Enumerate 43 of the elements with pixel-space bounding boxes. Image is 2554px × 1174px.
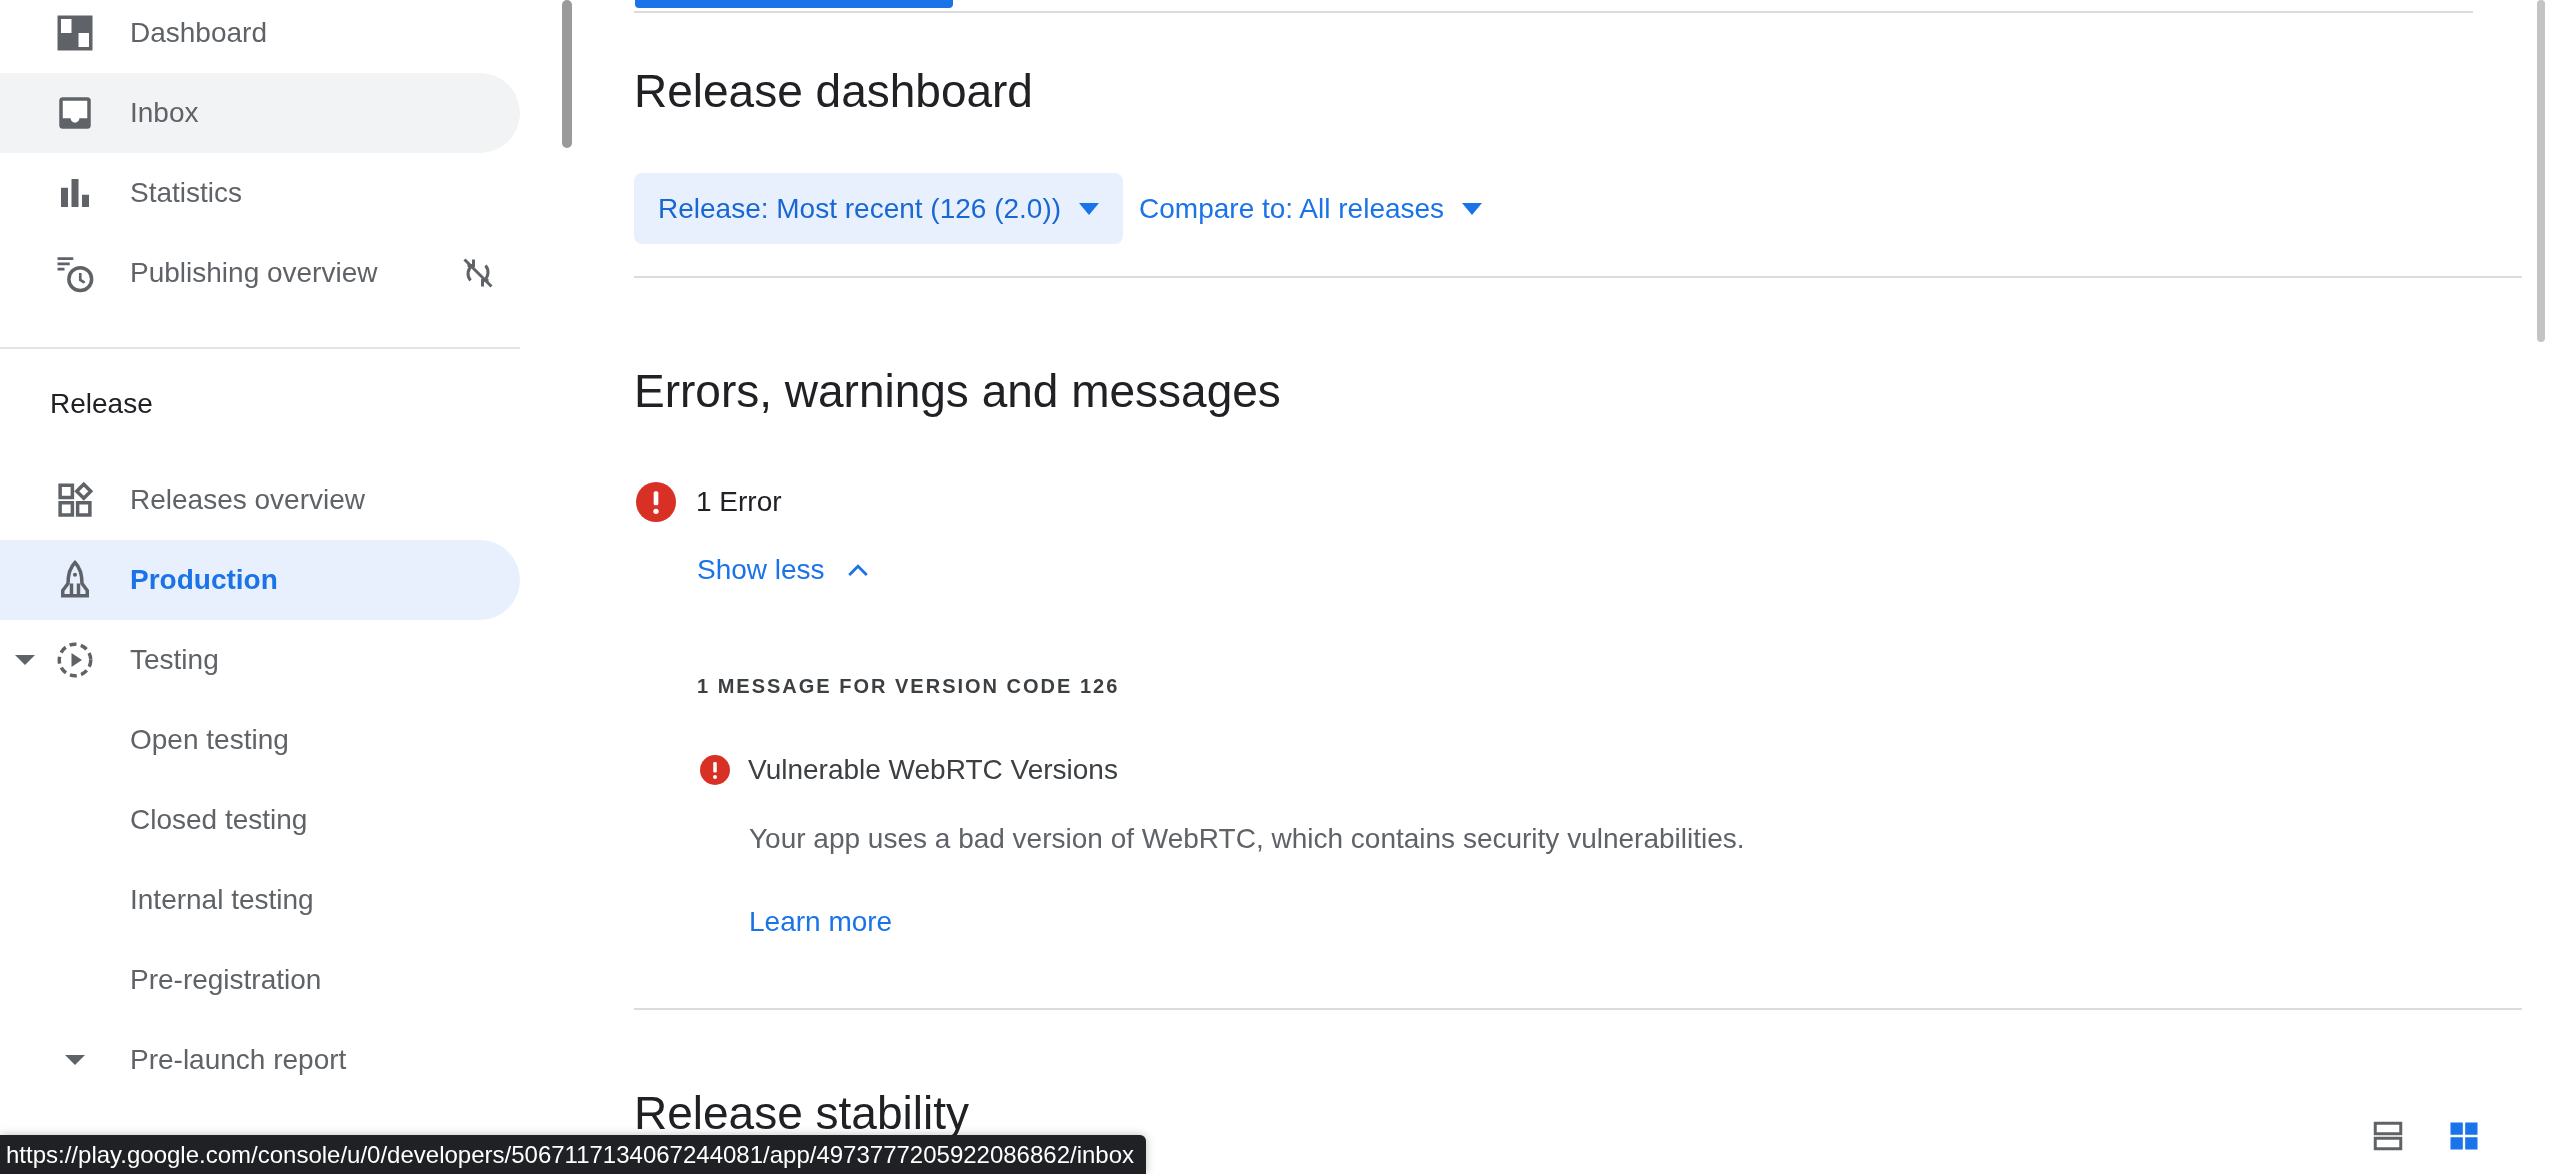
message-heading: 1 MESSAGE FOR VERSION CODE 126	[697, 674, 1121, 699]
sidebar-item-label: Production	[130, 564, 278, 596]
sidebar-item-label: Publishing overview	[130, 257, 378, 289]
sidebar-item-label: Releases overview	[130, 484, 365, 516]
sidebar-item-label: Testing	[130, 644, 219, 676]
sidebar-item[interactable]: Pre-launch report	[0, 1020, 520, 1100]
sidebar-item[interactable]: Inbox	[0, 73, 520, 153]
sidebar-item-label: Pre-registration	[130, 964, 322, 996]
error-count: 1 Error	[696, 486, 782, 518]
caret-icon	[1462, 202, 1483, 215]
sidebar-item-label: Open testing	[130, 724, 289, 756]
sidebar-item[interactable]: Open testing	[0, 700, 520, 780]
caret-icon	[1079, 202, 1100, 215]
sidebar-item[interactable]: Testing	[0, 620, 520, 700]
sidebar-item[interactable]: Internal testing	[0, 860, 520, 940]
error-icon	[636, 482, 676, 522]
sidebar-item[interactable]: Statistics	[0, 153, 520, 233]
filter-dropdown[interactable]: Compare to: All releases	[1139, 173, 1507, 244]
filter-dropdown[interactable]: Release: Most recent (126 (2.0))	[634, 173, 1124, 244]
sidebar-item[interactable]: Publishing overview	[0, 233, 520, 313]
learn-more-link[interactable]: Learn more	[749, 902, 893, 942]
sidebar-item-label: Pre-launch report	[130, 1044, 347, 1076]
sidebar-item[interactable]: Pre-registration	[0, 940, 520, 1020]
message-title: Vulnerable WebRTC Versions	[748, 754, 1118, 786]
link-url-tooltip: https://play.google.com/console/u/0/developers/5067117134067244081/app/4973777205922086862/inbox	[0, 1135, 1147, 1174]
page-title: Release dashboard	[634, 64, 1034, 119]
sidebar-item-label: Inbox	[130, 97, 199, 129]
scrollbar[interactable]	[562, 0, 572, 148]
scrollbar[interactable]	[2537, 0, 2545, 342]
sidebar-item-label: Closed testing	[130, 804, 308, 836]
message-description: Your app uses a bad version of WebRTC, which contains security vulnerabilities.	[749, 822, 1746, 856]
sidebar-item[interactable]: Dashboard	[0, 0, 520, 73]
show-less-link[interactable]: Show less	[697, 550, 873, 590]
sidebar-item[interactable]: Production	[0, 540, 520, 620]
sidebar-item-label: Statistics	[130, 177, 243, 209]
section-heading: Release	[50, 387, 154, 421]
section-title: Release stability	[634, 1090, 969, 1136]
sidebar-item[interactable]: Closed testing	[0, 780, 520, 860]
section-title: Errors, warnings and messages	[634, 364, 1282, 419]
error-icon	[700, 755, 730, 785]
sidebar-item-label: Dashboard	[130, 17, 267, 49]
sidebar-item-label: Internal testing	[130, 884, 314, 916]
sidebar-item[interactable]: Releases overview	[0, 460, 520, 540]
